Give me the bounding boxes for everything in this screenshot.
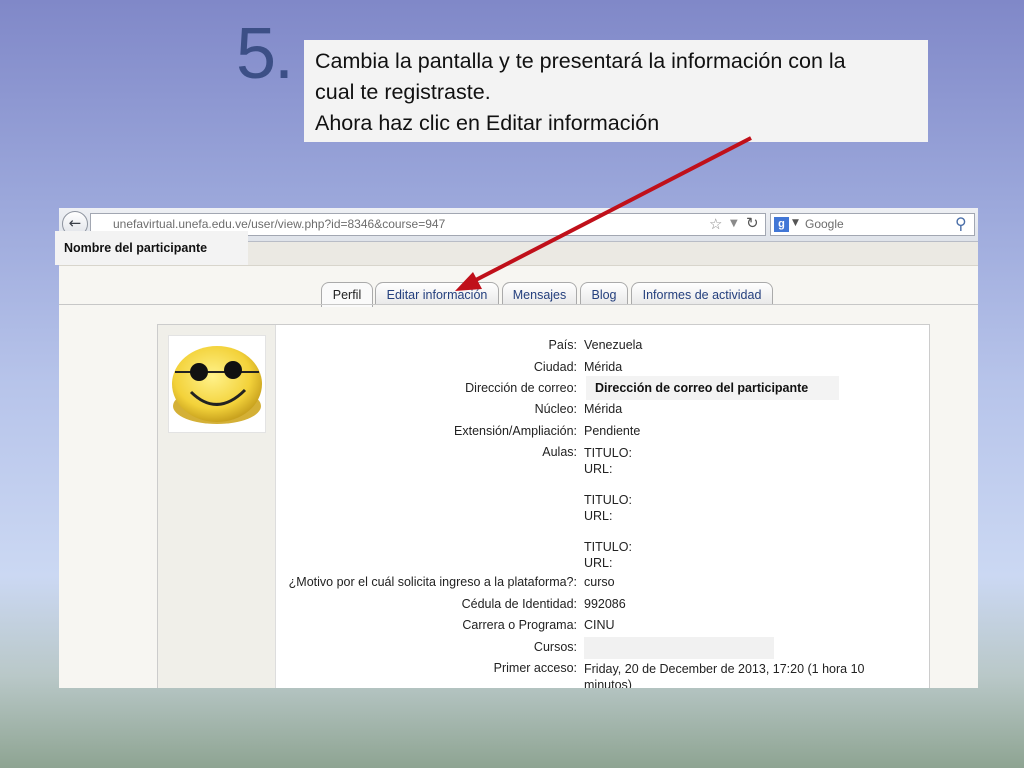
nucleo-value: Mérida — [584, 402, 623, 416]
nucleo-label: Núcleo: — [534, 402, 577, 416]
field-carrera: Carrera o Programa: CINU — [276, 618, 926, 638]
field-cursos: Cursos: — [276, 637, 926, 660]
cursos-value-redacted — [584, 637, 774, 659]
step-number: 5. — [236, 14, 294, 94]
aula-2-url: URL: — [584, 509, 613, 523]
field-motivo: ¿Motivo por el cuál solicita ingreso a l… — [276, 575, 926, 595]
motivo-label: ¿Motivo por el cuál solicita ingreso a l… — [288, 575, 577, 589]
pais-label: País: — [548, 338, 578, 352]
extension-label: Extensión/Ampliación: — [454, 424, 577, 438]
tab-editar-informacion[interactable]: Editar información — [375, 282, 499, 305]
tab-blog[interactable]: Blog — [580, 282, 628, 305]
search-engine-dropdown-icon[interactable]: ▼ — [792, 218, 799, 228]
profile-sidebar — [158, 325, 276, 688]
magnifier-icon[interactable]: ⚲ — [955, 214, 967, 233]
field-extension: Extensión/Ampliación: Pendiente — [276, 424, 926, 444]
pais-value: Venezuela — [584, 338, 643, 352]
carrera-value: CINU — [584, 618, 615, 632]
primer-acceso-values: Friday, 20 de December de 2013, 17:20 (1… — [584, 661, 865, 688]
callout-line-2: cual te registraste. — [315, 80, 491, 104]
aula-1-titulo: TITULO: — [584, 446, 632, 460]
participant-name-label: Nombre del participante — [55, 231, 248, 265]
aula-3-titulo: TITULO: — [584, 540, 632, 554]
correo-label: Dirección de correo: — [465, 381, 577, 395]
reload-icon[interactable]: ↻ — [746, 214, 759, 232]
tab-divider — [59, 304, 978, 305]
carrera-label: Carrera o Programa: — [462, 618, 577, 632]
dropdown-icon[interactable]: ▼ — [730, 218, 738, 229]
browser-screenshot: ← unefavirtual.unefa.edu.ve/user/view.ph… — [59, 208, 978, 688]
tab-informes-de-actividad[interactable]: Informes de actividad — [631, 282, 773, 305]
primer-acceso-line-1: Friday, 20 de December de 2013, 17:20 (1… — [584, 662, 865, 676]
url-text: unefavirtual.unefa.edu.ve/user/view.php?… — [113, 217, 446, 231]
extension-value: Pendiente — [584, 424, 641, 438]
smiley-avatar-icon — [172, 346, 262, 424]
cedula-label: Cédula de Identidad: — [461, 597, 577, 611]
field-cedula: Cédula de Identidad: 992086 — [276, 597, 926, 617]
tab-mensajes[interactable]: Mensajes — [502, 282, 577, 305]
google-icon[interactable]: g — [774, 217, 789, 232]
aula-3-url: URL: — [584, 556, 613, 570]
avatar — [168, 335, 266, 433]
callout-line-3: Ahora haz clic en Editar información — [315, 111, 660, 135]
search-placeholder: Google — [805, 217, 844, 231]
callout-line-1: Cambia la pantalla y te presentará la in… — [315, 49, 846, 73]
search-input[interactable]: g ▼ Google ⚲ — [770, 213, 975, 236]
aulas-label: Aulas: — [542, 445, 577, 459]
primer-acceso-line-2: minutos) — [584, 678, 632, 688]
field-nucleo: Núcleo: Mérida — [276, 402, 926, 422]
aulas-values: TITULO: URL: TITULO: URL: TITULO: URL: — [584, 445, 632, 571]
ciudad-label: Ciudad: — [533, 360, 577, 374]
star-icon[interactable]: ☆ — [709, 215, 722, 233]
instruction-callout: Cambia la pantalla y te presentará la in… — [304, 40, 928, 142]
field-pais: País: Venezuela — [276, 338, 926, 358]
cedula-value: 992086 — [584, 597, 626, 611]
aula-1-url: URL: — [584, 462, 613, 476]
primer-acceso-label: Primer acceso: — [493, 661, 577, 675]
aula-2-titulo: TITULO: — [584, 493, 632, 507]
ciudad-value: Mérida — [584, 360, 623, 374]
motivo-value: curso — [584, 575, 615, 589]
cursos-label: Cursos: — [533, 640, 577, 654]
correo-value: Dirección de correo del participante — [586, 376, 839, 400]
